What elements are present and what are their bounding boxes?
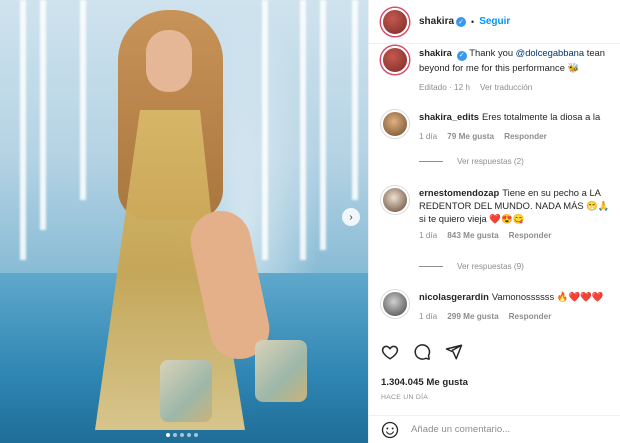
separator-dot: •: [471, 16, 475, 27]
verified-icon: ✓: [456, 16, 467, 27]
photo-light-beam: [300, 0, 306, 260]
comment-body: nicolasgerardin Vamonossssss 🔥❤️❤️❤️ 1 dí…: [419, 290, 619, 321]
replies-divider: [419, 266, 443, 267]
comment-text: ernestomendozap Tiene en su pecho a LA: [419, 186, 619, 199]
comments-list[interactable]: shakira ✓ Thank you @dolcegabbana tean be…: [369, 44, 620, 334]
comment-meta: 1 día 79 Me gusta Responder: [419, 132, 619, 141]
photo-light-beam: [320, 0, 326, 250]
comment-text: shakira_edits Eres totalmente la diosa a …: [419, 110, 619, 123]
reply-button[interactable]: Responder: [509, 231, 552, 240]
avatar[interactable]: [381, 110, 409, 138]
comment-likes[interactable]: 79 Me gusta: [447, 132, 494, 141]
comment-item: nicolasgerardin Vamonossssss 🔥❤️❤️❤️ 1 dí…: [381, 290, 620, 321]
comment-username[interactable]: nicolasgerardin: [419, 291, 489, 302]
post-photo[interactable]: ›: [0, 0, 368, 443]
comment-content: Eres totalmente la diosa a la: [481, 111, 601, 122]
comment-text-line2: REDENTOR DEL MUNDO. NADA MÁS 😁🙏: [419, 200, 610, 211]
carousel-dots: [166, 433, 198, 437]
comment-item: shakira_edits Eres totalmente la diosa a …: [381, 110, 620, 141]
comment-time: 1 día: [419, 132, 438, 141]
emoji-icon[interactable]: [381, 421, 399, 439]
carousel-dot: [187, 433, 191, 437]
comment-time: 1 día: [419, 312, 438, 321]
reply-button[interactable]: Responder: [504, 132, 547, 141]
comment-meta: 1 día 299 Me gusta Responder: [419, 312, 619, 321]
comment-username[interactable]: shakira_edits: [419, 111, 479, 122]
comment-content: Tiene en su pecho a LA: [502, 187, 601, 198]
follow-button[interactable]: Seguir: [479, 16, 510, 27]
avatar[interactable]: [381, 290, 409, 318]
caption-meta: Editado · 12 h Ver traducción: [419, 83, 619, 92]
comment-text: nicolasgerardin Vamonossssss 🔥❤️❤️❤️: [419, 290, 619, 303]
heart-icon[interactable]: [381, 343, 399, 361]
caption-edited: Editado · 12 h: [419, 82, 470, 92]
caption-prefix: Thank you: [469, 47, 516, 58]
comment-icon[interactable]: [413, 343, 431, 361]
comment-body: ernestomendozap Tiene en su pecho a LA RE…: [419, 186, 619, 240]
caption-username[interactable]: shakira: [419, 47, 452, 58]
replies-divider: [419, 161, 443, 162]
caption: shakira ✓ Thank you @dolcegabbana tean be…: [381, 46, 620, 92]
comment-time: 1 día: [419, 231, 438, 240]
share-icon[interactable]: [445, 343, 463, 361]
see-translation-button[interactable]: Ver traducción: [480, 83, 532, 92]
photo-light-beam: [262, 0, 268, 260]
comment-input[interactable]: Añade un comentario...: [411, 424, 510, 435]
comment-likes[interactable]: 299 Me gusta: [447, 312, 498, 321]
view-replies-label: Ver respuestas (9): [457, 262, 524, 271]
photo-shoe: [160, 360, 212, 422]
comment-composer: Añade un comentario...: [369, 415, 620, 443]
caption-text: shakira ✓ Thank you @dolcegabbana tean: [419, 46, 619, 61]
comment-body: shakira_edits Eres totalmente la diosa a …: [419, 110, 619, 141]
comment-item: ernestomendozap Tiene en su pecho a LA RE…: [381, 186, 620, 240]
photo-face: [146, 30, 192, 92]
post-panel: shakira ✓ • Seguir shakira ✓ Thank you @d…: [368, 0, 620, 443]
verified-icon: ✓: [456, 50, 467, 61]
comment-text-line3: si te quiero vieja ❤️😍😋: [419, 213, 525, 224]
caption-text-line2: beyond for me for this performance 🐝: [419, 61, 580, 73]
photo-light-beam: [20, 0, 26, 260]
photo-light-beam: [80, 0, 86, 200]
chevron-right-icon[interactable]: ›: [342, 208, 360, 226]
comment-username[interactable]: ernestomendozap: [419, 187, 499, 198]
view-replies-button[interactable]: Ver respuestas (9): [419, 262, 524, 271]
action-bar: [381, 343, 463, 361]
view-replies-button[interactable]: Ver respuestas (2): [419, 157, 524, 166]
post-header: shakira ✓ • Seguir: [369, 0, 620, 44]
caption-mention-link[interactable]: @dolcegabbana: [516, 47, 584, 58]
likes-count[interactable]: 1.304.045 Me gusta: [381, 377, 468, 388]
photo-shoe: [255, 340, 307, 402]
photo-light-beam: [40, 0, 46, 230]
avatar[interactable]: [381, 7, 409, 36]
carousel-dot: [180, 433, 184, 437]
header-username[interactable]: shakira: [419, 16, 454, 27]
avatar[interactable]: [381, 46, 409, 74]
post-timestamp: HACE UN DÍA: [381, 394, 429, 401]
avatar[interactable]: [381, 186, 409, 214]
carousel-dot: [194, 433, 198, 437]
caption-suffix: tean: [584, 47, 605, 58]
comment-likes[interactable]: 843 Me gusta: [447, 231, 498, 240]
carousel-dot: [166, 433, 170, 437]
comment-content: Vamonossssss 🔥❤️❤️❤️: [491, 291, 604, 302]
instagram-post: › shakira ✓ • Seguir shakira ✓ Thank you …: [0, 0, 620, 443]
caption-body: shakira ✓ Thank you @dolcegabbana tean be…: [419, 46, 619, 92]
comment-meta: 1 día 843 Me gusta Responder: [419, 231, 619, 240]
reply-button[interactable]: Responder: [509, 312, 552, 321]
photo-light-beam: [352, 0, 358, 200]
carousel-dot: [173, 433, 177, 437]
view-replies-label: Ver respuestas (2): [457, 157, 524, 166]
